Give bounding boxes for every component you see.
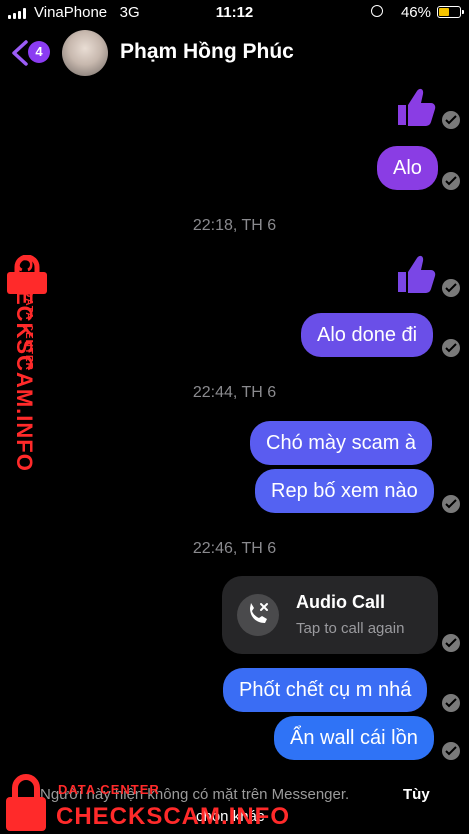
status-bar: VinaPhone 3G 11:12 46%	[0, 0, 469, 26]
call-subtitle: Tap to call again	[296, 620, 405, 637]
clock: 11:12	[215, 4, 254, 21]
seen-check-icon	[442, 742, 460, 760]
message-bubble[interactable]: Phốt chết cụ m nhá	[223, 668, 428, 712]
message-bubble[interactable]: Chó mày scam à	[250, 421, 433, 465]
unread-count-badge[interactable]: 4	[28, 41, 50, 63]
thumbs-up-icon[interactable]	[394, 252, 438, 296]
seen-check-icon	[442, 111, 460, 129]
missed-call-icon	[237, 594, 279, 636]
options-button[interactable]: Tùy	[403, 786, 430, 803]
message-bubble[interactable]: Rep bố xem nào	[255, 469, 434, 513]
message-bubble[interactable]: Alo done đi	[301, 313, 434, 357]
seen-check-icon	[442, 279, 460, 297]
seen-check-icon	[442, 634, 460, 652]
thumbs-up-icon[interactable]	[394, 85, 438, 129]
watermark-subtext: DATA CENTER	[22, 290, 34, 371]
message-bubble[interactable]: Ẩn wall cái lồn	[274, 716, 434, 760]
seen-check-icon	[442, 495, 460, 513]
lock-icon	[6, 774, 46, 831]
battery-percent: 46%	[400, 4, 431, 21]
watermark-text: CHECKSCAM.INFO	[56, 803, 290, 830]
contact-name[interactable]: Phạm Hồng Phúc	[120, 40, 294, 64]
avatar[interactable]	[62, 30, 108, 76]
message-bubble[interactable]: Alo	[377, 146, 438, 190]
audio-call-card[interactable]: Audio Call Tap to call again	[222, 576, 438, 654]
watermark-subtext: DATA CENTER	[58, 782, 160, 797]
watermark-vertical: CHECKSCAM.INFO DATA CENTER	[2, 255, 52, 485]
call-title: Audio Call	[296, 592, 385, 612]
orientation-lock-icon	[371, 5, 383, 17]
timestamp: 22:44, TH 6	[192, 384, 277, 401]
seen-check-icon	[442, 339, 460, 357]
battery-icon	[437, 6, 464, 18]
timestamp: 22:18, TH 6	[192, 217, 277, 234]
seen-check-icon	[442, 694, 460, 712]
seen-check-icon	[442, 172, 460, 190]
timestamp: 22:46, TH 6	[192, 540, 277, 557]
